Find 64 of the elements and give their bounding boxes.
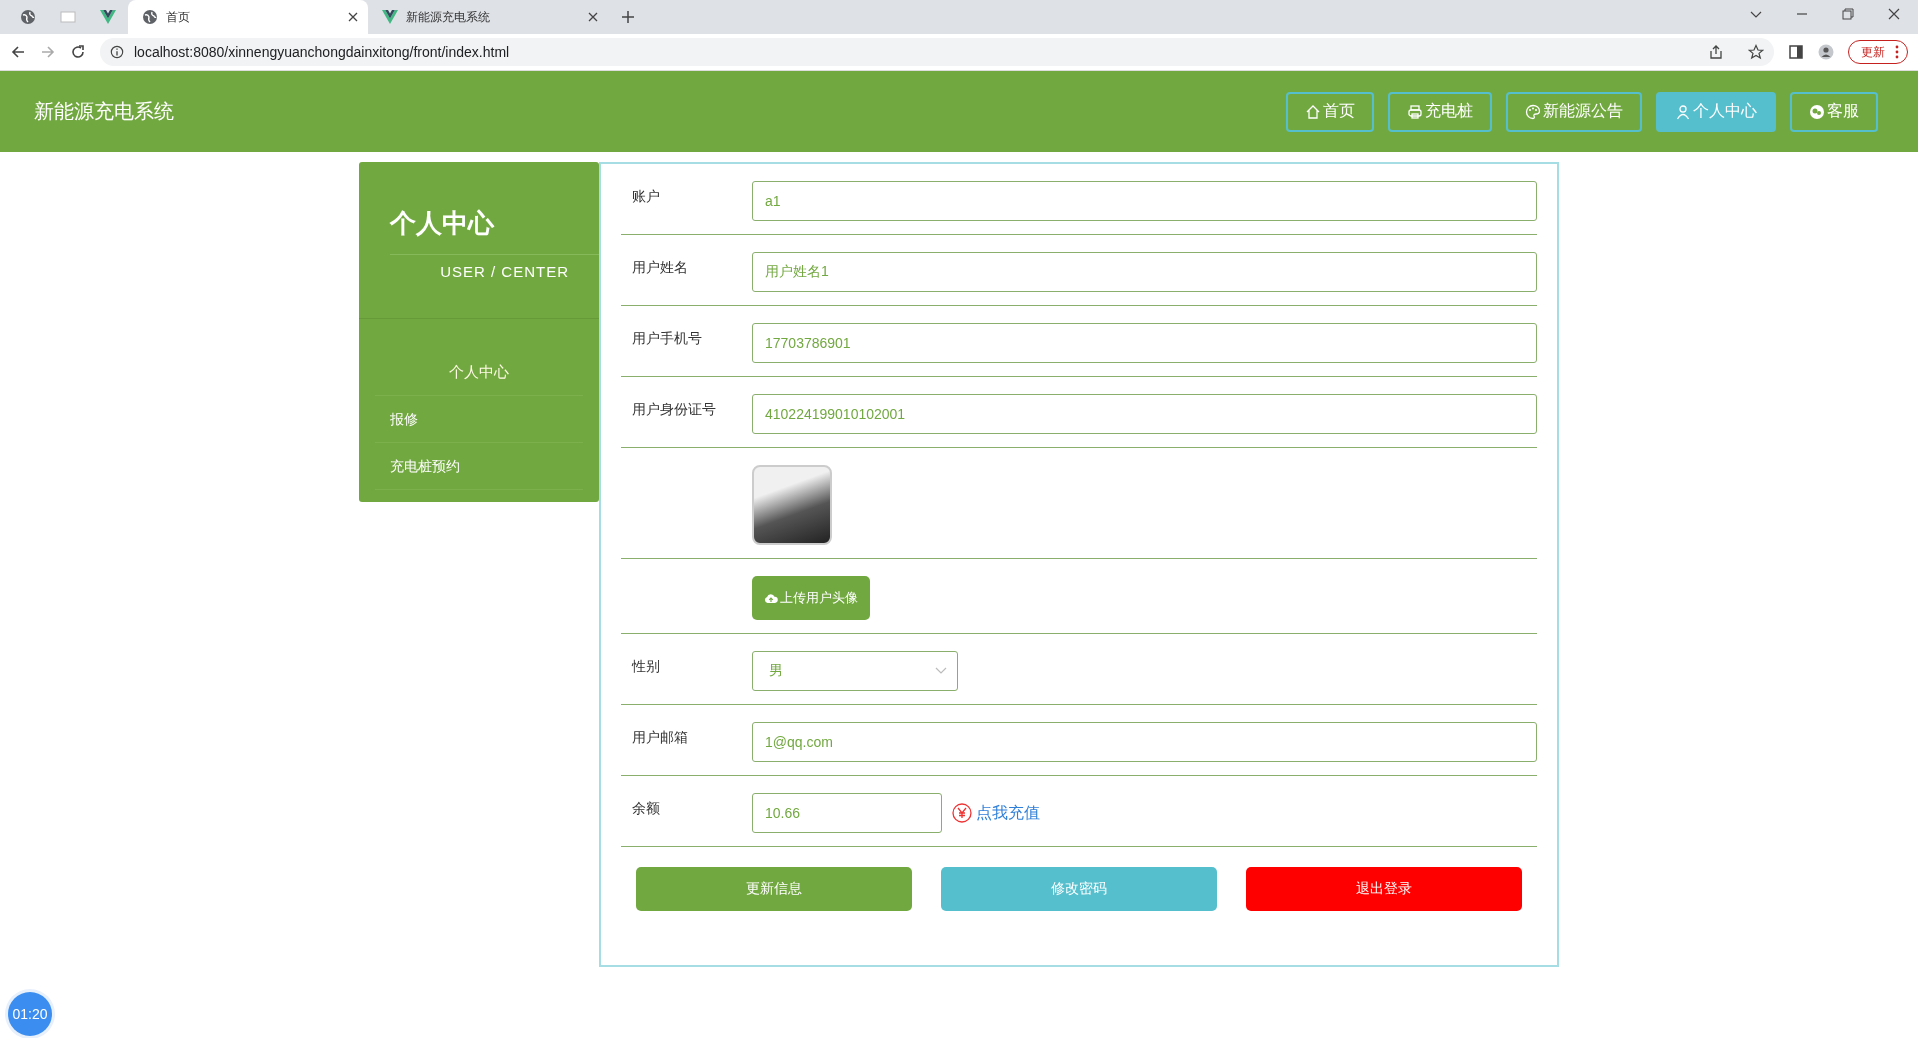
sidebar-subtitle: USER / CENTER <box>390 254 599 318</box>
action-button[interactable]: 修改密码 <box>941 867 1217 911</box>
field-label: 用户邮箱 <box>632 729 688 745</box>
side-panel-icon[interactable] <box>1788 44 1804 60</box>
input-field[interactable]: 1@qq.com <box>752 722 1537 762</box>
info-icon <box>110 45 124 59</box>
globe-icon <box>142 9 158 25</box>
browser-tab[interactable]: 首页 <box>128 0 368 34</box>
share-icon[interactable] <box>1708 44 1724 60</box>
input-field[interactable]: 17703786901 <box>752 323 1537 363</box>
action-button[interactable]: 退出登录 <box>1246 867 1522 911</box>
user-icon <box>1675 103 1691 120</box>
star-icon[interactable] <box>1748 44 1764 60</box>
browser-tab[interactable]: 新能源充电系统 <box>368 0 608 34</box>
input-field[interactable]: a1 <box>752 181 1537 221</box>
close-icon[interactable] <box>1888 8 1900 20</box>
close-icon[interactable] <box>588 12 598 22</box>
nav-button[interactable]: 首页 <box>1286 91 1374 132</box>
chat-icon <box>1809 103 1825 120</box>
sidebar-title: 个人中心 <box>389 207 496 240</box>
printer-icon <box>1407 103 1423 120</box>
field-label: 性别 <box>632 658 660 674</box>
field-label: 余额 <box>632 800 660 816</box>
upload-button[interactable]: 上传用户头像 <box>752 576 870 620</box>
field-label: 账户 <box>632 188 660 204</box>
nav-button[interactable]: 个人中心 <box>1656 91 1776 132</box>
chevron-down-icon <box>935 667 947 675</box>
field-label: 用户姓名 <box>632 259 688 275</box>
field-label: 用户手机号 <box>632 330 702 346</box>
profile-icon[interactable] <box>1818 44 1834 60</box>
new-tab-icon[interactable] <box>622 11 634 23</box>
gender-select[interactable]: 男 <box>752 651 958 691</box>
sidebar-item[interactable]: 报修 <box>375 396 583 443</box>
back-icon[interactable] <box>10 44 26 60</box>
timer-badge: 01:20 <box>8 992 52 1036</box>
cloud-upload-icon <box>764 592 778 604</box>
close-icon[interactable] <box>348 12 358 22</box>
site-title: 新能源充电系统 <box>34 99 174 124</box>
address-bar[interactable]: localhost:8080/xinnengyuanchongdainxitong/front/index.html <box>100 38 1774 66</box>
url-text: localhost:8080/xinnengyuanchongdainxitong/front/index.html <box>134 44 511 60</box>
v-logo-icon <box>382 9 398 25</box>
nav-button[interactable]: 新能源公告 <box>1506 91 1642 132</box>
field-label: 用户身份证号 <box>632 401 716 417</box>
tab-title: 首页 <box>166 8 191 26</box>
input-field[interactable]: 用户姓名1 <box>752 252 1537 292</box>
globe-icon <box>20 9 36 25</box>
yen-icon <box>952 803 972 823</box>
input-field[interactable]: 10.66 <box>752 793 942 833</box>
nav-button[interactable]: 充电桩 <box>1388 91 1492 132</box>
recharge-link[interactable]: 点我充值 <box>976 802 1040 824</box>
nav-button[interactable]: 客服 <box>1790 91 1878 132</box>
update-button[interactable]: 更新 <box>1848 40 1908 64</box>
sidebar-item[interactable]: 个人中心 <box>375 349 583 396</box>
more-icon <box>1895 45 1899 59</box>
v-logo-icon <box>100 9 116 25</box>
tab-title: 新能源充电系统 <box>406 8 491 26</box>
palette-icon <box>1525 103 1541 120</box>
input-field[interactable]: 410224199010102001 <box>752 394 1537 434</box>
page-icon <box>60 9 76 25</box>
restore-icon[interactable] <box>1842 8 1854 20</box>
home-icon <box>1305 103 1321 120</box>
sidebar-item[interactable]: 充电桩预约 <box>375 443 583 490</box>
action-button[interactable]: 更新信息 <box>636 867 912 911</box>
reload-icon[interactable] <box>70 44 86 60</box>
